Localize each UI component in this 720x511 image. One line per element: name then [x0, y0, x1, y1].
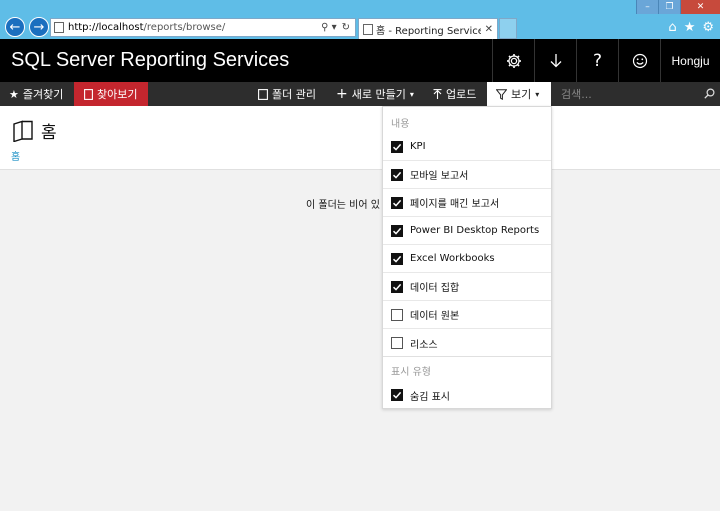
checkbox[interactable] — [391, 252, 403, 265]
menu-item-resources[interactable]: 리소스 — [383, 329, 551, 357]
forward-button[interactable]: → — [29, 17, 49, 37]
window-controls: – ❐ ✕ — [636, 0, 720, 15]
close-window-button[interactable]: ✕ — [680, 0, 720, 14]
checkbox[interactable] — [391, 168, 403, 181]
checkbox[interactable] — [391, 280, 403, 293]
menu-item-label: Excel Workbooks — [410, 253, 495, 264]
filter-icon — [496, 88, 507, 100]
search-dropdown-icon[interactable]: ⚲ ▾ — [321, 22, 337, 33]
empty-folder-message: 이 폴더는 비어 있 — [306, 200, 380, 211]
book-icon — [12, 120, 34, 142]
page-icon — [54, 22, 64, 33]
search-icon[interactable] — [704, 88, 715, 102]
search-placeholder: 검색... — [561, 88, 592, 101]
minimize-button[interactable]: – — [636, 0, 658, 14]
browse-label: 찾아보기 — [97, 88, 138, 101]
menu-item-label: 숨김 표시 — [410, 391, 450, 403]
view-menu: 내용 KPI 모바일 보고서 페이지를 매긴 보고서 Power BI Desk… — [382, 106, 552, 409]
view-label: 보기 — [511, 88, 532, 101]
address-tools: ⚲ ▾ ↻ — [321, 22, 355, 33]
checkbox[interactable] — [391, 140, 403, 153]
refresh-icon[interactable]: ↻ — [342, 22, 350, 33]
header-buttons: ? Hongju — [492, 39, 720, 82]
menu-divider — [383, 356, 551, 357]
smiley-icon — [632, 53, 647, 68]
download-icon — [550, 53, 561, 67]
browser-tab[interactable]: 홈 - Reporting Services 웹 ... ✕ — [358, 18, 498, 39]
view-button[interactable]: 보기 ▾ — [487, 82, 551, 106]
folder-icon — [258, 88, 268, 100]
menu-item-label: 페이지를 매긴 보고서 — [410, 199, 500, 210]
menu-item-label: Power BI Desktop Reports — [410, 225, 540, 236]
settings-icon — [506, 53, 521, 68]
page-header: 홈 홈 — [0, 106, 720, 170]
browser-tools: ⌂ ★ ⚙ — [668, 20, 714, 35]
checkbox[interactable] — [391, 337, 403, 349]
content-section-header: 내용 — [391, 119, 410, 130]
url-path: /reports/browse/ — [143, 22, 226, 33]
app-header: SQL Server Reporting Services ? Hongju — [0, 39, 720, 82]
favorites-button[interactable]: ★ 즐겨찾기 — [0, 82, 72, 106]
menu-item-paginated-reports[interactable]: 페이지를 매긴 보고서 — [383, 189, 551, 217]
menu-item-mobile-reports[interactable]: 모바일 보고서 — [383, 161, 551, 189]
search-input[interactable]: 검색... — [551, 82, 720, 106]
page-title: 홈 — [12, 118, 57, 143]
user-menu[interactable]: Hongju — [660, 39, 720, 82]
help-button[interactable]: ? — [576, 39, 618, 82]
bookmark-icon — [84, 88, 93, 100]
menu-item-label: 데이터 집합 — [410, 283, 460, 294]
app-title: SQL Server Reporting Services — [11, 49, 290, 71]
checkbox[interactable] — [391, 196, 403, 209]
address-bar[interactable]: http://localhost /reports/browse/ ⚲ ▾ ↻ — [50, 18, 356, 37]
menu-item-label: 모바일 보고서 — [410, 171, 469, 182]
back-icon: ← — [9, 19, 21, 35]
menu-item-label: 리소스 — [410, 339, 438, 351]
new-tab-button[interactable] — [499, 18, 517, 39]
menu-item-label: KPI — [410, 141, 426, 152]
tab-close-icon[interactable]: ✕ — [481, 24, 497, 35]
new-button[interactable]: + 새로 만들기 ▾ — [336, 82, 414, 106]
gear-icon[interactable]: ⚙ — [702, 20, 714, 35]
browse-button[interactable]: 찾아보기 — [74, 82, 148, 106]
settings-button[interactable] — [492, 39, 534, 82]
view-chevron-icon: ▾ — [535, 89, 540, 99]
restore-button[interactable]: ❐ — [658, 0, 680, 14]
menu-item-data-sources[interactable]: 데이터 원본 — [383, 301, 551, 329]
upload-icon — [433, 88, 442, 100]
tab-title: 홈 - Reporting Services 웹 ... — [376, 25, 481, 37]
manage-folder-button[interactable]: 폴더 관리 — [258, 82, 316, 106]
home-icon[interactable]: ⌂ — [668, 20, 676, 35]
tab-page-icon — [363, 23, 373, 35]
upload-label: 업로드 — [446, 88, 477, 101]
chevron-down-icon: ▾ — [409, 89, 414, 99]
display-section-header: 표시 유형 — [391, 367, 431, 378]
star-icon: ★ — [9, 87, 19, 101]
url-host: http://localhost — [68, 22, 144, 33]
forward-icon: → — [33, 19, 45, 35]
favorites-star-icon[interactable]: ★ — [684, 20, 696, 35]
checkbox[interactable] — [391, 224, 403, 237]
menu-item-show-hidden[interactable]: 숨김 표시 — [383, 381, 551, 409]
menu-item-powerbi-reports[interactable]: Power BI Desktop Reports — [383, 217, 551, 245]
checkbox[interactable] — [391, 389, 403, 401]
back-button[interactable]: ← — [5, 17, 25, 37]
browser-chrome: – ❐ ✕ ← → http://localhost /reports/brow… — [0, 0, 720, 39]
menu-item-excel-workbooks[interactable]: Excel Workbooks — [383, 245, 551, 273]
toolbar: ★ 즐겨찾기 찾아보기 폴더 관리 + 새로 만들기 ▾ 업로드 보기 ▾ 검색… — [0, 82, 720, 106]
page-title-text: 홈 — [41, 123, 57, 143]
menu-item-label: 데이터 원본 — [410, 311, 460, 322]
favorites-label: 즐겨찾기 — [22, 88, 64, 101]
upload-button[interactable]: 업로드 — [433, 82, 476, 106]
menu-item-datasets[interactable]: 데이터 집합 — [383, 273, 551, 301]
plus-icon: + — [336, 86, 348, 102]
checkbox[interactable] — [391, 308, 403, 321]
new-label: 새로 만들기 — [351, 88, 406, 101]
breadcrumb[interactable]: 홈 — [11, 148, 20, 163]
menu-item-kpi[interactable]: KPI — [383, 133, 551, 161]
download-button[interactable] — [534, 39, 576, 82]
feedback-button[interactable] — [618, 39, 660, 82]
help-icon: ? — [592, 50, 603, 71]
manage-folder-label: 폴더 관리 — [272, 88, 316, 101]
